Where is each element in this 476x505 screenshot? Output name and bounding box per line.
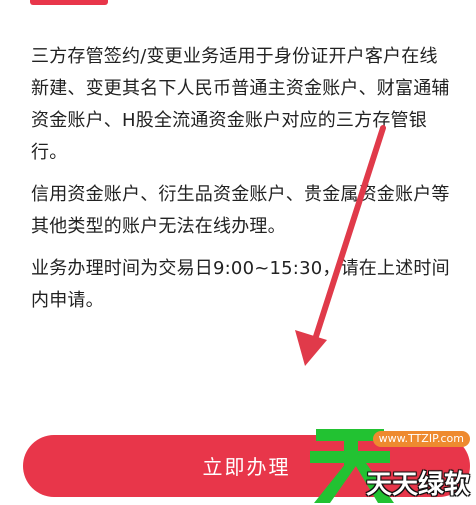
info-paragraph-1: 三方存管签约/变更业务适用于身份证开户客户在线新建、变更其名下人民币普通主资金账…	[31, 46, 450, 163]
top-accent-bar	[30, 0, 108, 5]
apply-now-button[interactable]: 立即办理	[23, 435, 470, 497]
info-content: 三方存管签约/变更业务适用于身份证开户客户在线新建、变更其名下人民币普通主资金账…	[31, 41, 455, 327]
info-paragraph-3: 业务办理时间为交易日9:00~15:30，请在上述时间内申请。	[31, 258, 450, 311]
info-paragraph-2: 信用资金账户、衍生品资金账户、贵金属资金账户等其他类型的账户无法在线办理。	[31, 184, 450, 237]
